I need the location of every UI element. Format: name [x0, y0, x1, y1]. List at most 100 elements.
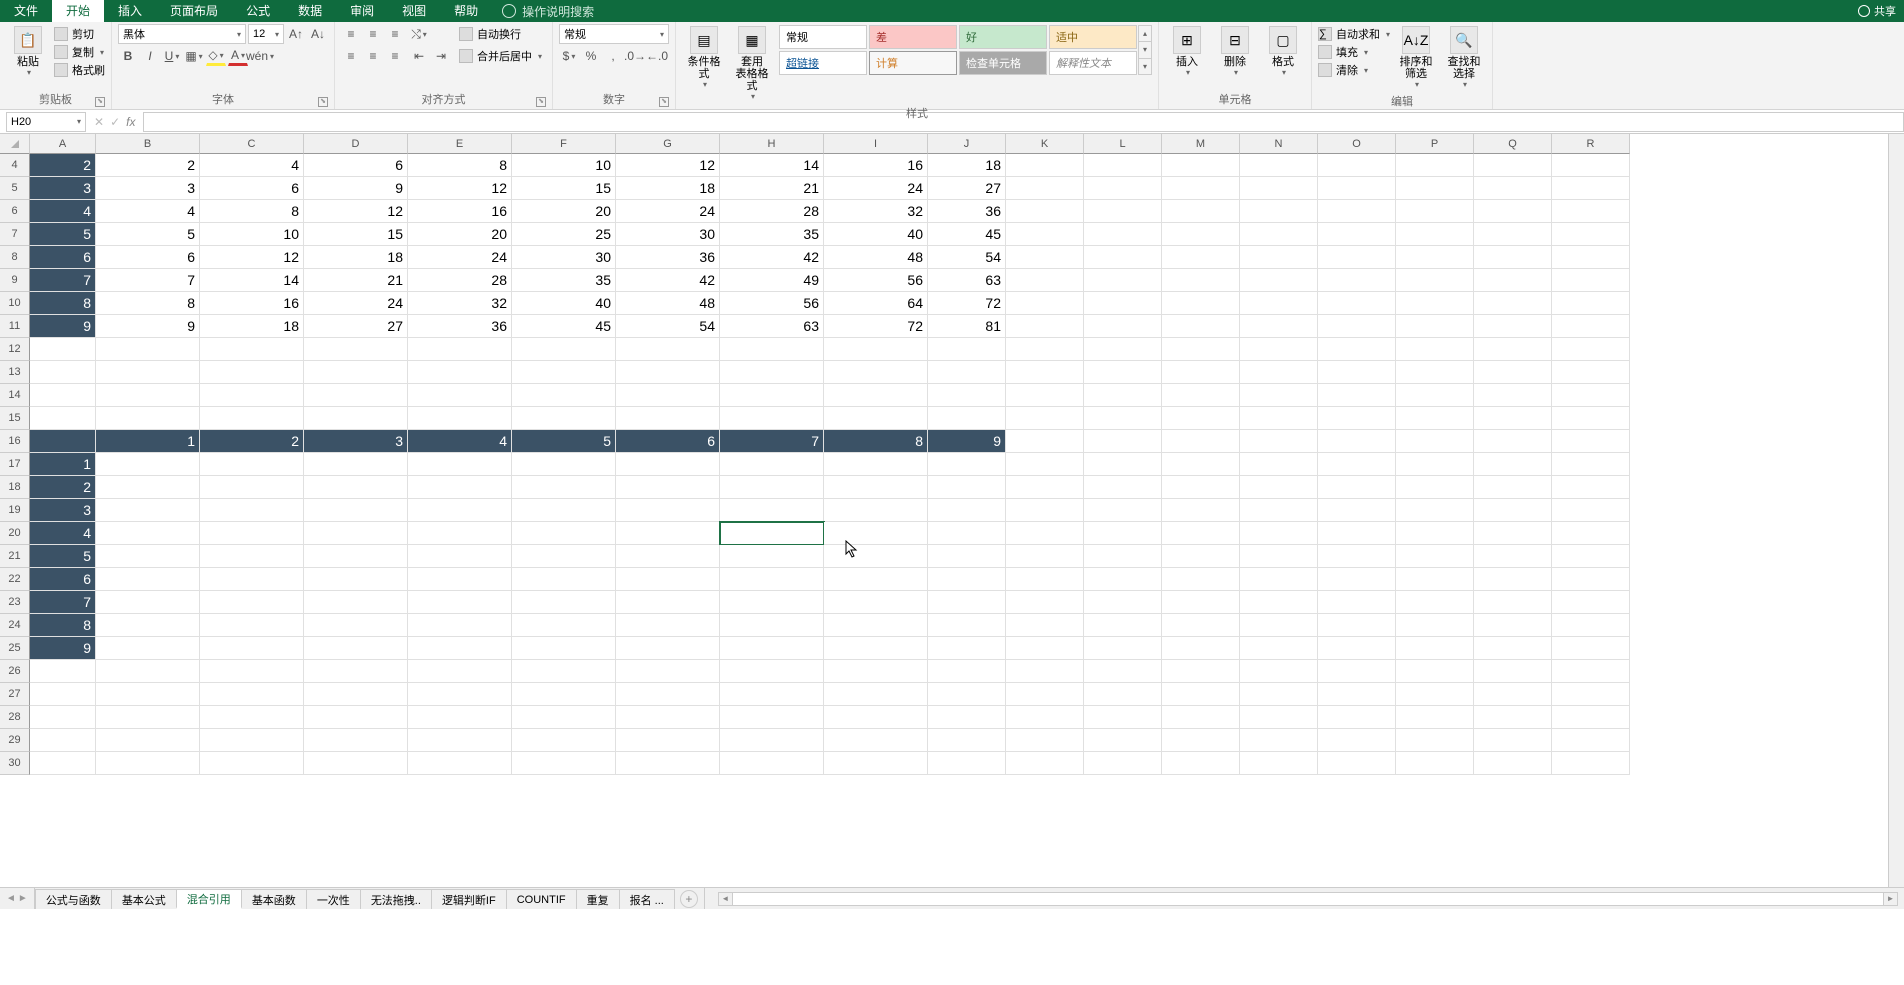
- cell-E11[interactable]: 36: [408, 315, 512, 338]
- style-bad[interactable]: 差: [869, 25, 957, 49]
- cell-R14[interactable]: [1552, 384, 1630, 407]
- cell-O27[interactable]: [1318, 683, 1396, 706]
- cell-E17[interactable]: [408, 453, 512, 476]
- cell-N19[interactable]: [1240, 499, 1318, 522]
- cell-C23[interactable]: [200, 591, 304, 614]
- cell-G24[interactable]: [616, 614, 720, 637]
- cell-O13[interactable]: [1318, 361, 1396, 384]
- cell-J11[interactable]: 81: [928, 315, 1006, 338]
- cell-P20[interactable]: [1396, 522, 1474, 545]
- cell-F25[interactable]: [512, 637, 616, 660]
- format-painter-button[interactable]: 格式刷: [54, 62, 105, 78]
- cell-A14[interactable]: [30, 384, 96, 407]
- cell-C27[interactable]: [200, 683, 304, 706]
- cell-C6[interactable]: 8: [200, 200, 304, 223]
- cell-F5[interactable]: 15: [512, 177, 616, 200]
- cell-N14[interactable]: [1240, 384, 1318, 407]
- cell-H29[interactable]: [720, 729, 824, 752]
- cell-R19[interactable]: [1552, 499, 1630, 522]
- row-header-23[interactable]: 23: [0, 591, 30, 614]
- cell-L26[interactable]: [1084, 660, 1162, 683]
- cell-F18[interactable]: [512, 476, 616, 499]
- cell-O24[interactable]: [1318, 614, 1396, 637]
- cell-G5[interactable]: 18: [616, 177, 720, 200]
- cell-I11[interactable]: 72: [824, 315, 928, 338]
- cell-O25[interactable]: [1318, 637, 1396, 660]
- cell-G7[interactable]: 30: [616, 223, 720, 246]
- cell-N17[interactable]: [1240, 453, 1318, 476]
- cell-D16[interactable]: 3: [304, 430, 408, 453]
- cell-A16[interactable]: [30, 430, 96, 453]
- tell-me-search[interactable]: 操作说明搜索: [502, 3, 594, 20]
- cell-H7[interactable]: 35: [720, 223, 824, 246]
- cell-K26[interactable]: [1006, 660, 1084, 683]
- cell-L29[interactable]: [1084, 729, 1162, 752]
- cell-D10[interactable]: 24: [304, 292, 408, 315]
- cell-K13[interactable]: [1006, 361, 1084, 384]
- clear-button[interactable]: 清除▾: [1318, 62, 1390, 78]
- cell-I7[interactable]: 40: [824, 223, 928, 246]
- add-sheet-button[interactable]: +: [680, 890, 698, 908]
- cell-P26[interactable]: [1396, 660, 1474, 683]
- sheet-tab[interactable]: 公式与函数: [35, 889, 112, 909]
- font-size-select[interactable]: 12▾: [248, 24, 284, 44]
- cell-R11[interactable]: [1552, 315, 1630, 338]
- cell-J22[interactable]: [928, 568, 1006, 591]
- cell-G27[interactable]: [616, 683, 720, 706]
- cell-C28[interactable]: [200, 706, 304, 729]
- cell-H20[interactable]: [720, 522, 824, 545]
- cell-Q21[interactable]: [1474, 545, 1552, 568]
- cell-R7[interactable]: [1552, 223, 1630, 246]
- cell-G28[interactable]: [616, 706, 720, 729]
- cell-G20[interactable]: [616, 522, 720, 545]
- cell-M12[interactable]: [1162, 338, 1240, 361]
- cell-G25[interactable]: [616, 637, 720, 660]
- cell-A15[interactable]: [30, 407, 96, 430]
- cell-O29[interactable]: [1318, 729, 1396, 752]
- cell-O14[interactable]: [1318, 384, 1396, 407]
- cell-A13[interactable]: [30, 361, 96, 384]
- cell-I16[interactable]: 8: [824, 430, 928, 453]
- cell-M8[interactable]: [1162, 246, 1240, 269]
- cell-I13[interactable]: [824, 361, 928, 384]
- cell-D21[interactable]: [304, 545, 408, 568]
- cell-M7[interactable]: [1162, 223, 1240, 246]
- cell-L24[interactable]: [1084, 614, 1162, 637]
- font-launcher[interactable]: ⬊: [318, 97, 328, 107]
- conditional-format-button[interactable]: ▤ 条件格式▾: [682, 24, 726, 91]
- cell-L8[interactable]: [1084, 246, 1162, 269]
- cell-G6[interactable]: 24: [616, 200, 720, 223]
- cell-C5[interactable]: 6: [200, 177, 304, 200]
- scroll-left-button[interactable]: ◄: [719, 893, 733, 905]
- cell-F9[interactable]: 35: [512, 269, 616, 292]
- cell-L4[interactable]: [1084, 154, 1162, 177]
- cell-F24[interactable]: [512, 614, 616, 637]
- cell-R26[interactable]: [1552, 660, 1630, 683]
- align-top-button[interactable]: ≡: [341, 24, 361, 44]
- italic-button[interactable]: I: [140, 46, 160, 66]
- row-header-12[interactable]: 12: [0, 338, 30, 361]
- cell-A21[interactable]: 5: [30, 545, 96, 568]
- cell-E20[interactable]: [408, 522, 512, 545]
- cell-K18[interactable]: [1006, 476, 1084, 499]
- row-header-22[interactable]: 22: [0, 568, 30, 591]
- cell-A25[interactable]: 9: [30, 637, 96, 660]
- cell-D15[interactable]: [304, 407, 408, 430]
- copy-button[interactable]: 复制▾: [54, 44, 105, 60]
- style-hyperlink[interactable]: 超链接: [779, 51, 867, 75]
- cell-K19[interactable]: [1006, 499, 1084, 522]
- cell-M24[interactable]: [1162, 614, 1240, 637]
- cell-D24[interactable]: [304, 614, 408, 637]
- cell-A22[interactable]: 6: [30, 568, 96, 591]
- cell-A28[interactable]: [30, 706, 96, 729]
- cell-B17[interactable]: [96, 453, 200, 476]
- cell-G4[interactable]: 12: [616, 154, 720, 177]
- merge-center-button[interactable]: 合并后居中▾: [455, 46, 546, 66]
- cell-B11[interactable]: 9: [96, 315, 200, 338]
- cell-I12[interactable]: [824, 338, 928, 361]
- sheet-tab[interactable]: 基本函数: [241, 889, 307, 909]
- cell-O8[interactable]: [1318, 246, 1396, 269]
- cell-Q28[interactable]: [1474, 706, 1552, 729]
- cell-N27[interactable]: [1240, 683, 1318, 706]
- cell-J13[interactable]: [928, 361, 1006, 384]
